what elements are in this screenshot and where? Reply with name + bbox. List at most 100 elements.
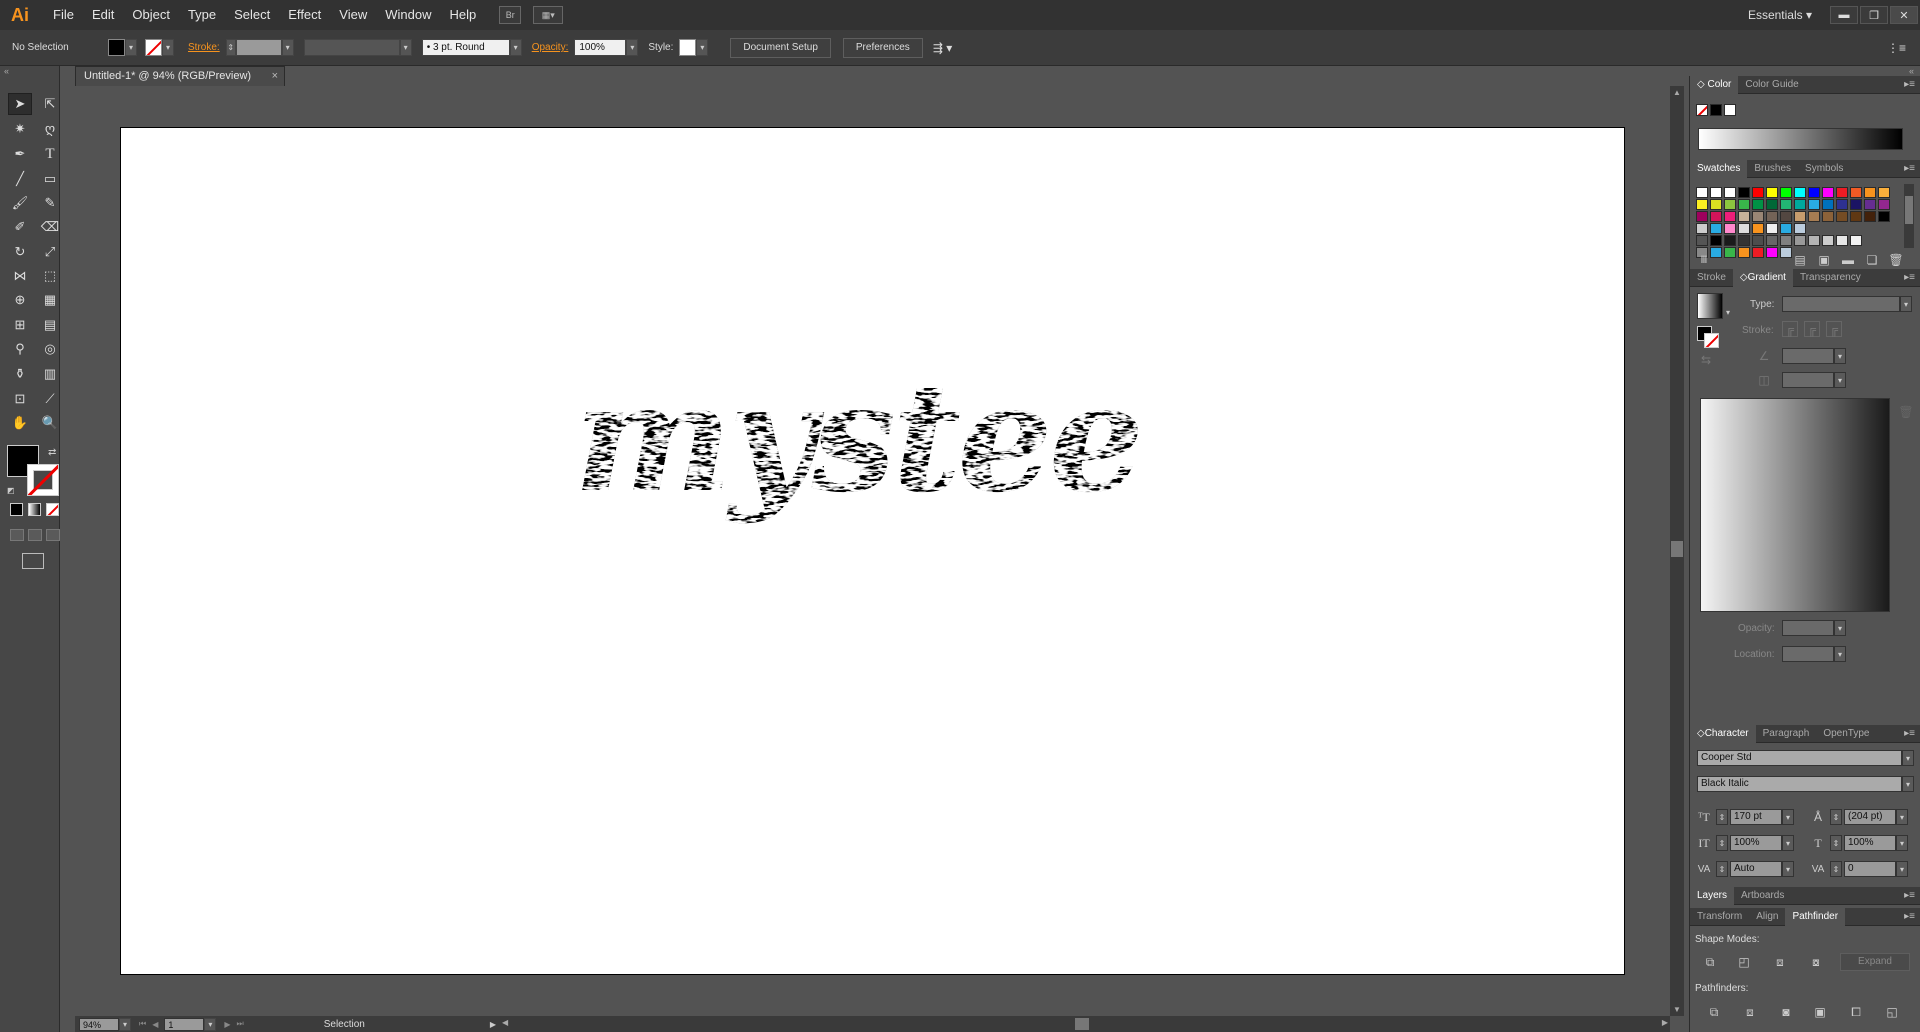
stroke-across-icon[interactable]: ╔ xyxy=(1826,321,1842,337)
artwork-text[interactable]: mystee xyxy=(545,330,1175,630)
divide-icon[interactable]: ⧉ xyxy=(1704,1004,1724,1020)
swatch-cell[interactable] xyxy=(1864,211,1876,222)
workspace-switcher[interactable]: Essentials ▾ xyxy=(1748,8,1812,22)
paintbrush-tool-icon[interactable]: 🖌 xyxy=(8,192,32,214)
gradient-location-field[interactable] xyxy=(1782,646,1834,662)
last-artboard-icon[interactable]: ⏭ xyxy=(237,1019,244,1029)
swatch-cell[interactable] xyxy=(1808,211,1820,222)
horizontal-scroll-thumb[interactable] xyxy=(1075,1018,1089,1030)
tab-swatches[interactable]: Swatches xyxy=(1690,159,1748,178)
outline-icon[interactable]: ⧠ xyxy=(1846,1004,1866,1020)
font-family-dropdown[interactable]: ▾ xyxy=(1902,750,1914,766)
brush-definition-field[interactable]: • 3 pt. Round xyxy=(421,39,510,56)
kerning-dropdown[interactable]: ▾ xyxy=(1782,861,1794,877)
layers-panel-menu-icon[interactable]: ▸≡ xyxy=(1904,887,1915,905)
opacity-dropdown[interactable]: ▾ xyxy=(626,39,639,56)
gradient-type-dropdown[interactable]: ▾ xyxy=(1900,296,1912,312)
column-graph-tool-icon[interactable]: ▥ xyxy=(38,363,62,385)
gradient-angle-dropdown[interactable]: ▾ xyxy=(1834,348,1846,364)
swatch-cell[interactable] xyxy=(1836,235,1848,246)
swatch-cell[interactable] xyxy=(1822,211,1834,222)
crop-icon[interactable]: ▣ xyxy=(1810,1004,1830,1020)
minus-front-icon[interactable]: ◰ xyxy=(1734,954,1754,970)
blend-tool-icon[interactable]: ◎ xyxy=(38,338,62,360)
swap-fill-stroke-icon[interactable]: ⇄ xyxy=(48,447,56,458)
swatch-cell[interactable] xyxy=(1696,235,1708,246)
swatch-cell[interactable] xyxy=(1794,199,1806,210)
swatch-cell[interactable] xyxy=(1738,211,1750,222)
swatch-cell[interactable] xyxy=(1724,235,1736,246)
swatch-cell[interactable] xyxy=(1850,187,1862,198)
pen-tool-icon[interactable]: ✒ xyxy=(8,143,32,165)
tab-layers[interactable]: Layers xyxy=(1690,886,1735,905)
stroke-along-icon[interactable]: ╔ xyxy=(1804,321,1820,337)
kerning-stepper[interactable]: ⇕ xyxy=(1716,861,1728,877)
swatch-cell[interactable] xyxy=(1808,199,1820,210)
swatch-cell[interactable] xyxy=(1808,235,1820,246)
swatch-cell[interactable] xyxy=(1878,187,1890,198)
gradient-angle-field[interactable] xyxy=(1782,348,1834,364)
lasso-tool-icon[interactable]: ღ xyxy=(38,118,62,140)
symbol-sprayer-tool-icon[interactable]: ⚱ xyxy=(8,363,32,385)
horizontal-scrollbar[interactable]: ◀ ▶ xyxy=(500,1016,1670,1032)
color-panel-menu-icon[interactable]: ▸≡ xyxy=(1904,76,1915,94)
swatch-cell[interactable] xyxy=(1724,187,1736,198)
gradient-type-field[interactable] xyxy=(1782,296,1900,312)
eyedropper-tool-icon[interactable]: ⚲ xyxy=(8,338,32,360)
brush-dropdown[interactable]: ▾ xyxy=(509,39,522,56)
fill-dropdown[interactable]: ▾ xyxy=(125,39,137,56)
character-panel-menu-icon[interactable]: ▸≡ xyxy=(1904,725,1915,743)
tab-transform[interactable]: Transform xyxy=(1690,908,1749,926)
gradient-thumbnail[interactable] xyxy=(1697,293,1723,319)
artboard-number-field[interactable]: 1 xyxy=(164,1017,205,1031)
swatch-cell[interactable] xyxy=(1794,235,1806,246)
swatch-cell[interactable] xyxy=(1738,235,1750,246)
collapse-panels-icon[interactable]: « xyxy=(1909,66,1914,76)
font-size-dropdown[interactable]: ▾ xyxy=(1782,809,1794,825)
type-tool-icon[interactable]: T xyxy=(38,143,62,165)
selection-tool-icon[interactable]: ➤ xyxy=(8,93,32,115)
font-style-dropdown[interactable]: ▾ xyxy=(1902,776,1914,792)
tab-color[interactable]: ◇ Color xyxy=(1690,75,1739,94)
stroke-within-icon[interactable]: ╔ xyxy=(1782,321,1798,337)
tab-stroke[interactable]: Stroke xyxy=(1690,269,1733,287)
arrange-documents-button[interactable]: ▦▾ xyxy=(533,6,564,24)
tab-symbols[interactable]: Symbols xyxy=(1798,160,1850,178)
stroke-weight-stepper[interactable]: ⇕ xyxy=(225,39,236,56)
gradient-stroke-box[interactable] xyxy=(1704,333,1719,348)
leading-field[interactable]: (204 pt) xyxy=(1844,809,1896,825)
tab-brushes[interactable]: Brushes xyxy=(1747,160,1798,178)
new-color-group-icon[interactable]: ▬ xyxy=(1838,252,1858,268)
gradient-opacity-dropdown[interactable]: ▾ xyxy=(1834,620,1846,636)
draw-normal-icon[interactable] xyxy=(10,529,24,541)
free-transform-tool-icon[interactable]: ⬚ xyxy=(38,265,62,287)
menu-edit[interactable]: Edit xyxy=(83,0,123,30)
swatch-libraries-icon[interactable]: Ⅲ xyxy=(1694,252,1714,268)
width-tool-icon[interactable]: ⋈ xyxy=(8,265,32,287)
swatch-cell[interactable] xyxy=(1752,187,1764,198)
swatch-cell[interactable] xyxy=(1794,187,1806,198)
swatch-cell[interactable] xyxy=(1878,211,1890,222)
swatch-cell[interactable] xyxy=(1780,223,1792,234)
swatch-cell[interactable] xyxy=(1738,223,1750,234)
first-artboard-icon[interactable]: ⏮ xyxy=(139,1019,146,1029)
gradient-tool-icon[interactable]: ▤ xyxy=(38,314,62,336)
swatch-cell[interactable] xyxy=(1738,199,1750,210)
menu-file[interactable]: File xyxy=(44,0,83,30)
swatch-cell[interactable] xyxy=(1780,199,1792,210)
artboard-tool-icon[interactable]: ⊡ xyxy=(8,388,32,410)
draw-inside-icon[interactable] xyxy=(46,529,60,541)
swatch-cell[interactable] xyxy=(1752,199,1764,210)
font-size-field[interactable]: 170 pt xyxy=(1730,809,1782,825)
control-bar-menu-icon[interactable]: ⋮≡ xyxy=(1887,41,1906,55)
expand-button[interactable]: Expand xyxy=(1840,953,1910,971)
delete-swatch-icon[interactable]: 🗑 xyxy=(1886,252,1906,268)
none-mode-icon[interactable] xyxy=(46,503,59,516)
tab-paragraph[interactable]: Paragraph xyxy=(1756,725,1817,743)
swatch-cell[interactable] xyxy=(1780,187,1792,198)
document-tab[interactable]: Untitled-1* @ 94% (RGB/Preview) × xyxy=(75,66,285,86)
magic-wand-tool-icon[interactable]: ✷ xyxy=(8,118,32,140)
tracking-dropdown[interactable]: ▾ xyxy=(1896,861,1908,877)
gradient-opacity-field[interactable] xyxy=(1782,620,1834,636)
swatch-cell[interactable] xyxy=(1752,247,1764,258)
